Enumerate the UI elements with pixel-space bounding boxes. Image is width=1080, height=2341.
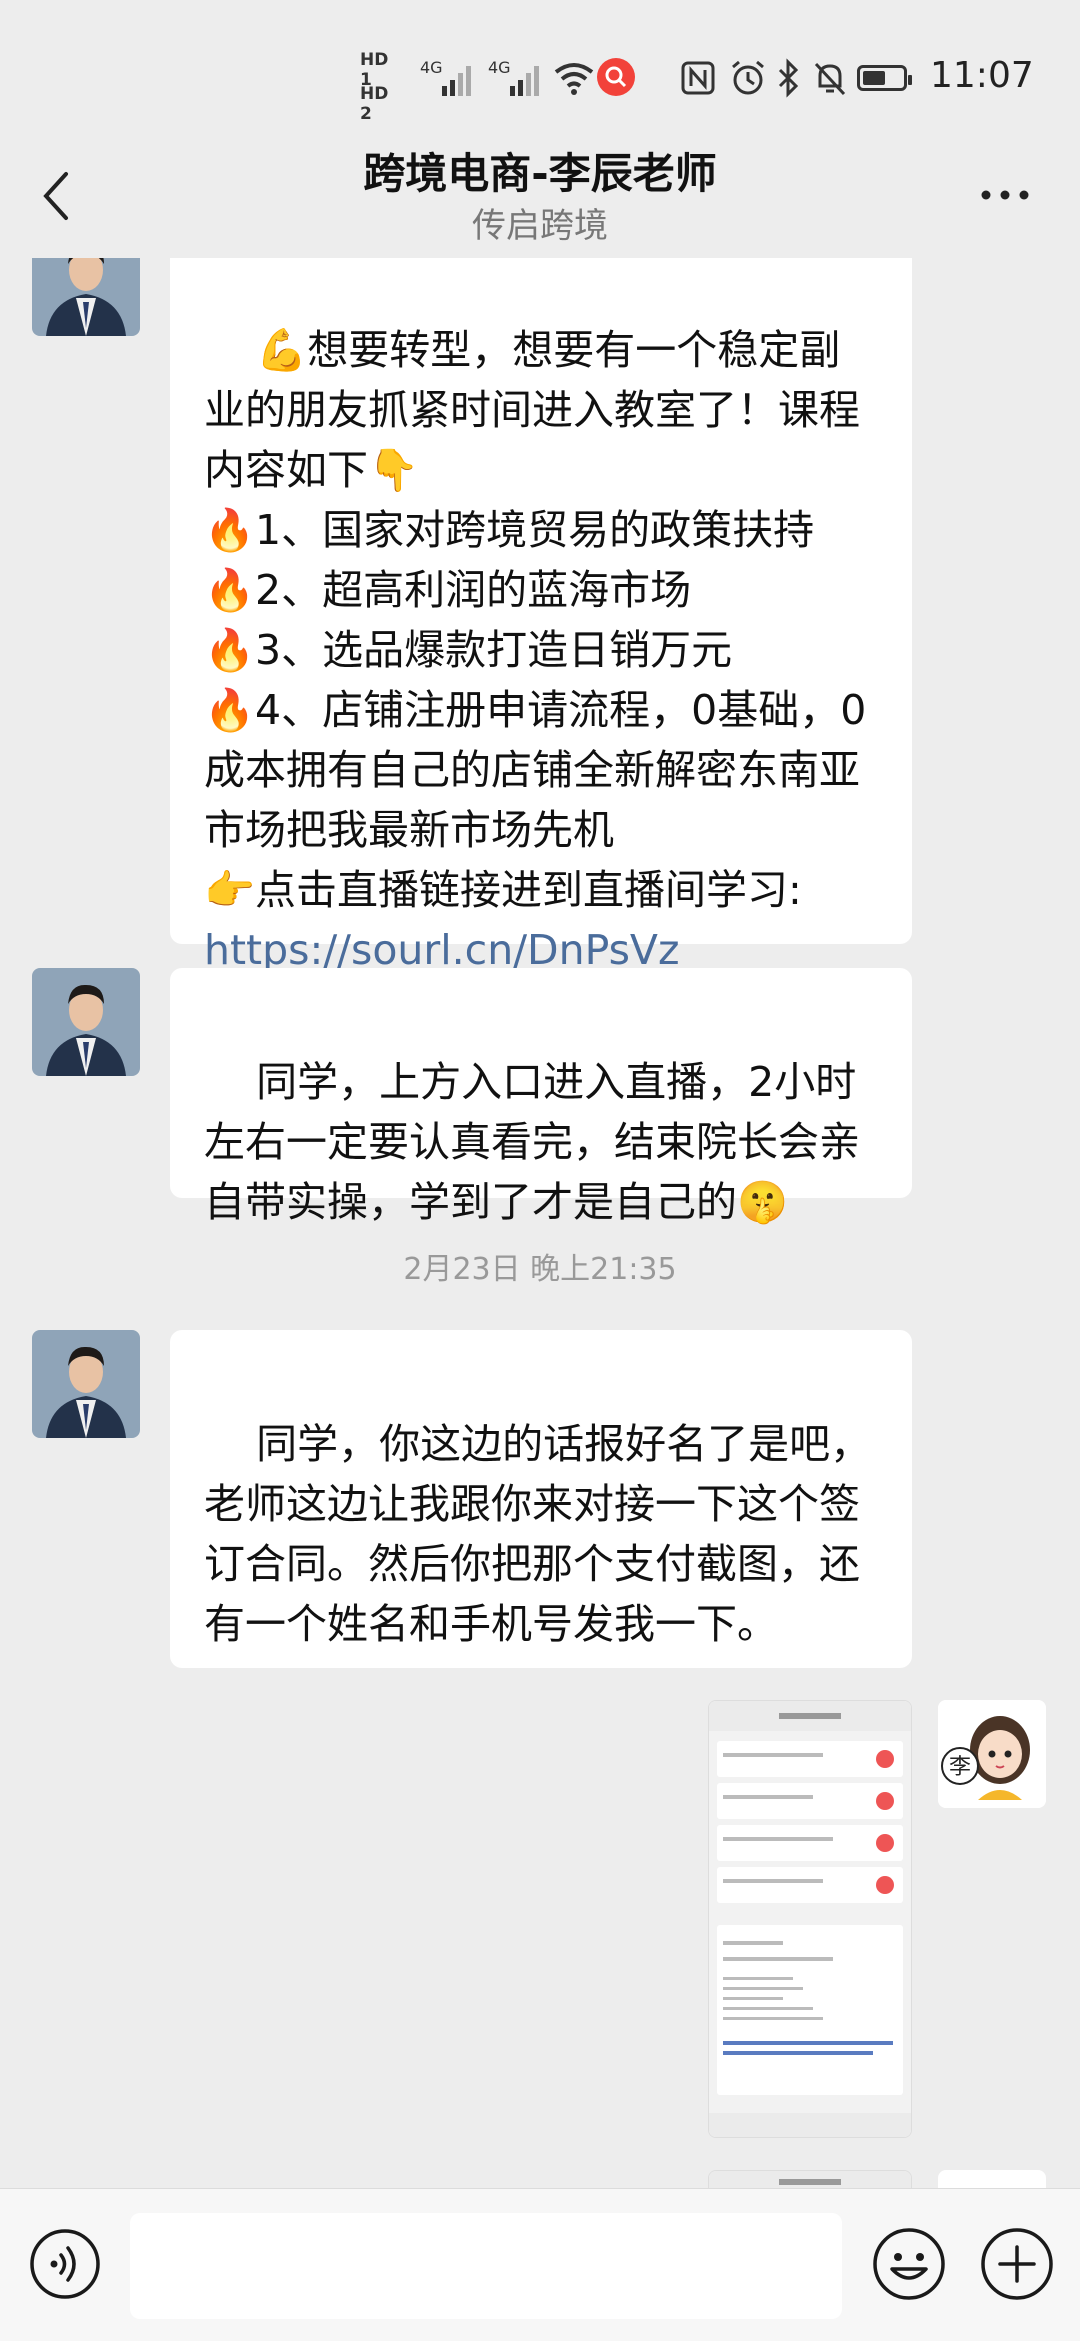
message-input[interactable]	[130, 2213, 842, 2319]
message-link[interactable]: https://sourl.cn/DnPsVz	[204, 926, 680, 974]
more-button[interactable]	[970, 170, 1040, 220]
message-list[interactable]: 💪想要转型，想要有一个稳定副业的朋友抓紧时间进入教室了！课程内容如下👇 🔥1、国…	[0, 258, 1080, 2188]
avatar[interactable]	[32, 968, 140, 1076]
avatar-char: 李	[949, 1755, 971, 1780]
battery-icon	[857, 65, 912, 91]
signal-2-icon	[510, 66, 539, 96]
message-bubble[interactable]: 同学，上方入口进入直播，2小时左右一定要认真看完，结束院长会亲自带实操，学到了才…	[170, 968, 912, 1226]
teacher-avatar-icon	[32, 1330, 140, 1438]
emoji-icon	[873, 2228, 945, 2300]
voice-button[interactable]	[28, 2227, 102, 2301]
screenshot-thumbnail-icon	[709, 1701, 911, 2137]
message-text: 💪想要转型，想要有一个稳定副业的朋友抓紧时间进入教室了！课程内容如下👇 🔥1、国…	[204, 326, 867, 914]
avatar[interactable]	[32, 1330, 140, 1438]
message-bubble[interactable]: 同学，你这边的话报好名了是吧，老师这边让我跟你来对接一下这个签订合同。然后你把那…	[170, 1330, 912, 1668]
input-bar	[0, 2188, 1080, 2341]
cartoon-girl-avatar-icon: 李	[938, 1700, 1046, 1808]
plus-button[interactable]	[978, 2225, 1056, 2303]
hd2-indicator: HD 2	[360, 84, 389, 124]
bluetooth-icon	[778, 58, 799, 98]
signal-1-icon	[442, 66, 471, 96]
self-avatar[interactable]	[938, 2170, 1046, 2188]
screenshot-thumbnail-icon	[709, 2171, 911, 2188]
wifi-icon	[554, 63, 594, 95]
status-time: 11:07	[930, 55, 1034, 96]
chat-header: 跨境电商-李辰老师 传启跨境	[0, 130, 1080, 260]
nfc-icon	[681, 61, 715, 95]
self-avatar[interactable]: 李	[938, 1700, 1046, 1808]
image-message[interactable]	[708, 2170, 912, 2188]
timestamp: 2月23日 晚上21:35	[403, 1252, 677, 1287]
avatar[interactable]	[32, 258, 140, 336]
message-text: 同学，上方入口进入直播，2小时左右一定要认真看完，结束院长会亲自带实操，学到了才…	[204, 1058, 860, 1226]
message-bubble[interactable]: 💪想要转型，想要有一个稳定副业的朋友抓紧时间进入教室了！课程内容如下👇 🔥1、国…	[170, 258, 912, 974]
voice-icon	[30, 2229, 100, 2299]
teacher-avatar-icon	[32, 258, 140, 336]
chat-subtitle: 传启跨境	[472, 206, 608, 246]
status-bar: HD 1 HD 2 4G 4G 11:07	[0, 0, 1080, 140]
image-message[interactable]	[708, 1700, 912, 2138]
emoji-button[interactable]	[870, 2225, 948, 2303]
message-text: 同学，你这边的话报好名了是吧，老师这边让我跟你来对接一下这个签订合同。然后你把那…	[204, 1420, 872, 1648]
chat-title: 跨境电商-李辰老师	[363, 149, 717, 198]
screen-record-icon	[597, 58, 635, 96]
teacher-avatar-icon	[32, 968, 140, 1076]
more-dots-icon	[981, 190, 1029, 200]
plus-icon	[981, 2228, 1053, 2300]
hd1-indicator: HD 1	[360, 50, 389, 90]
alarm-icon	[732, 60, 764, 95]
mute-icon	[814, 62, 846, 96]
